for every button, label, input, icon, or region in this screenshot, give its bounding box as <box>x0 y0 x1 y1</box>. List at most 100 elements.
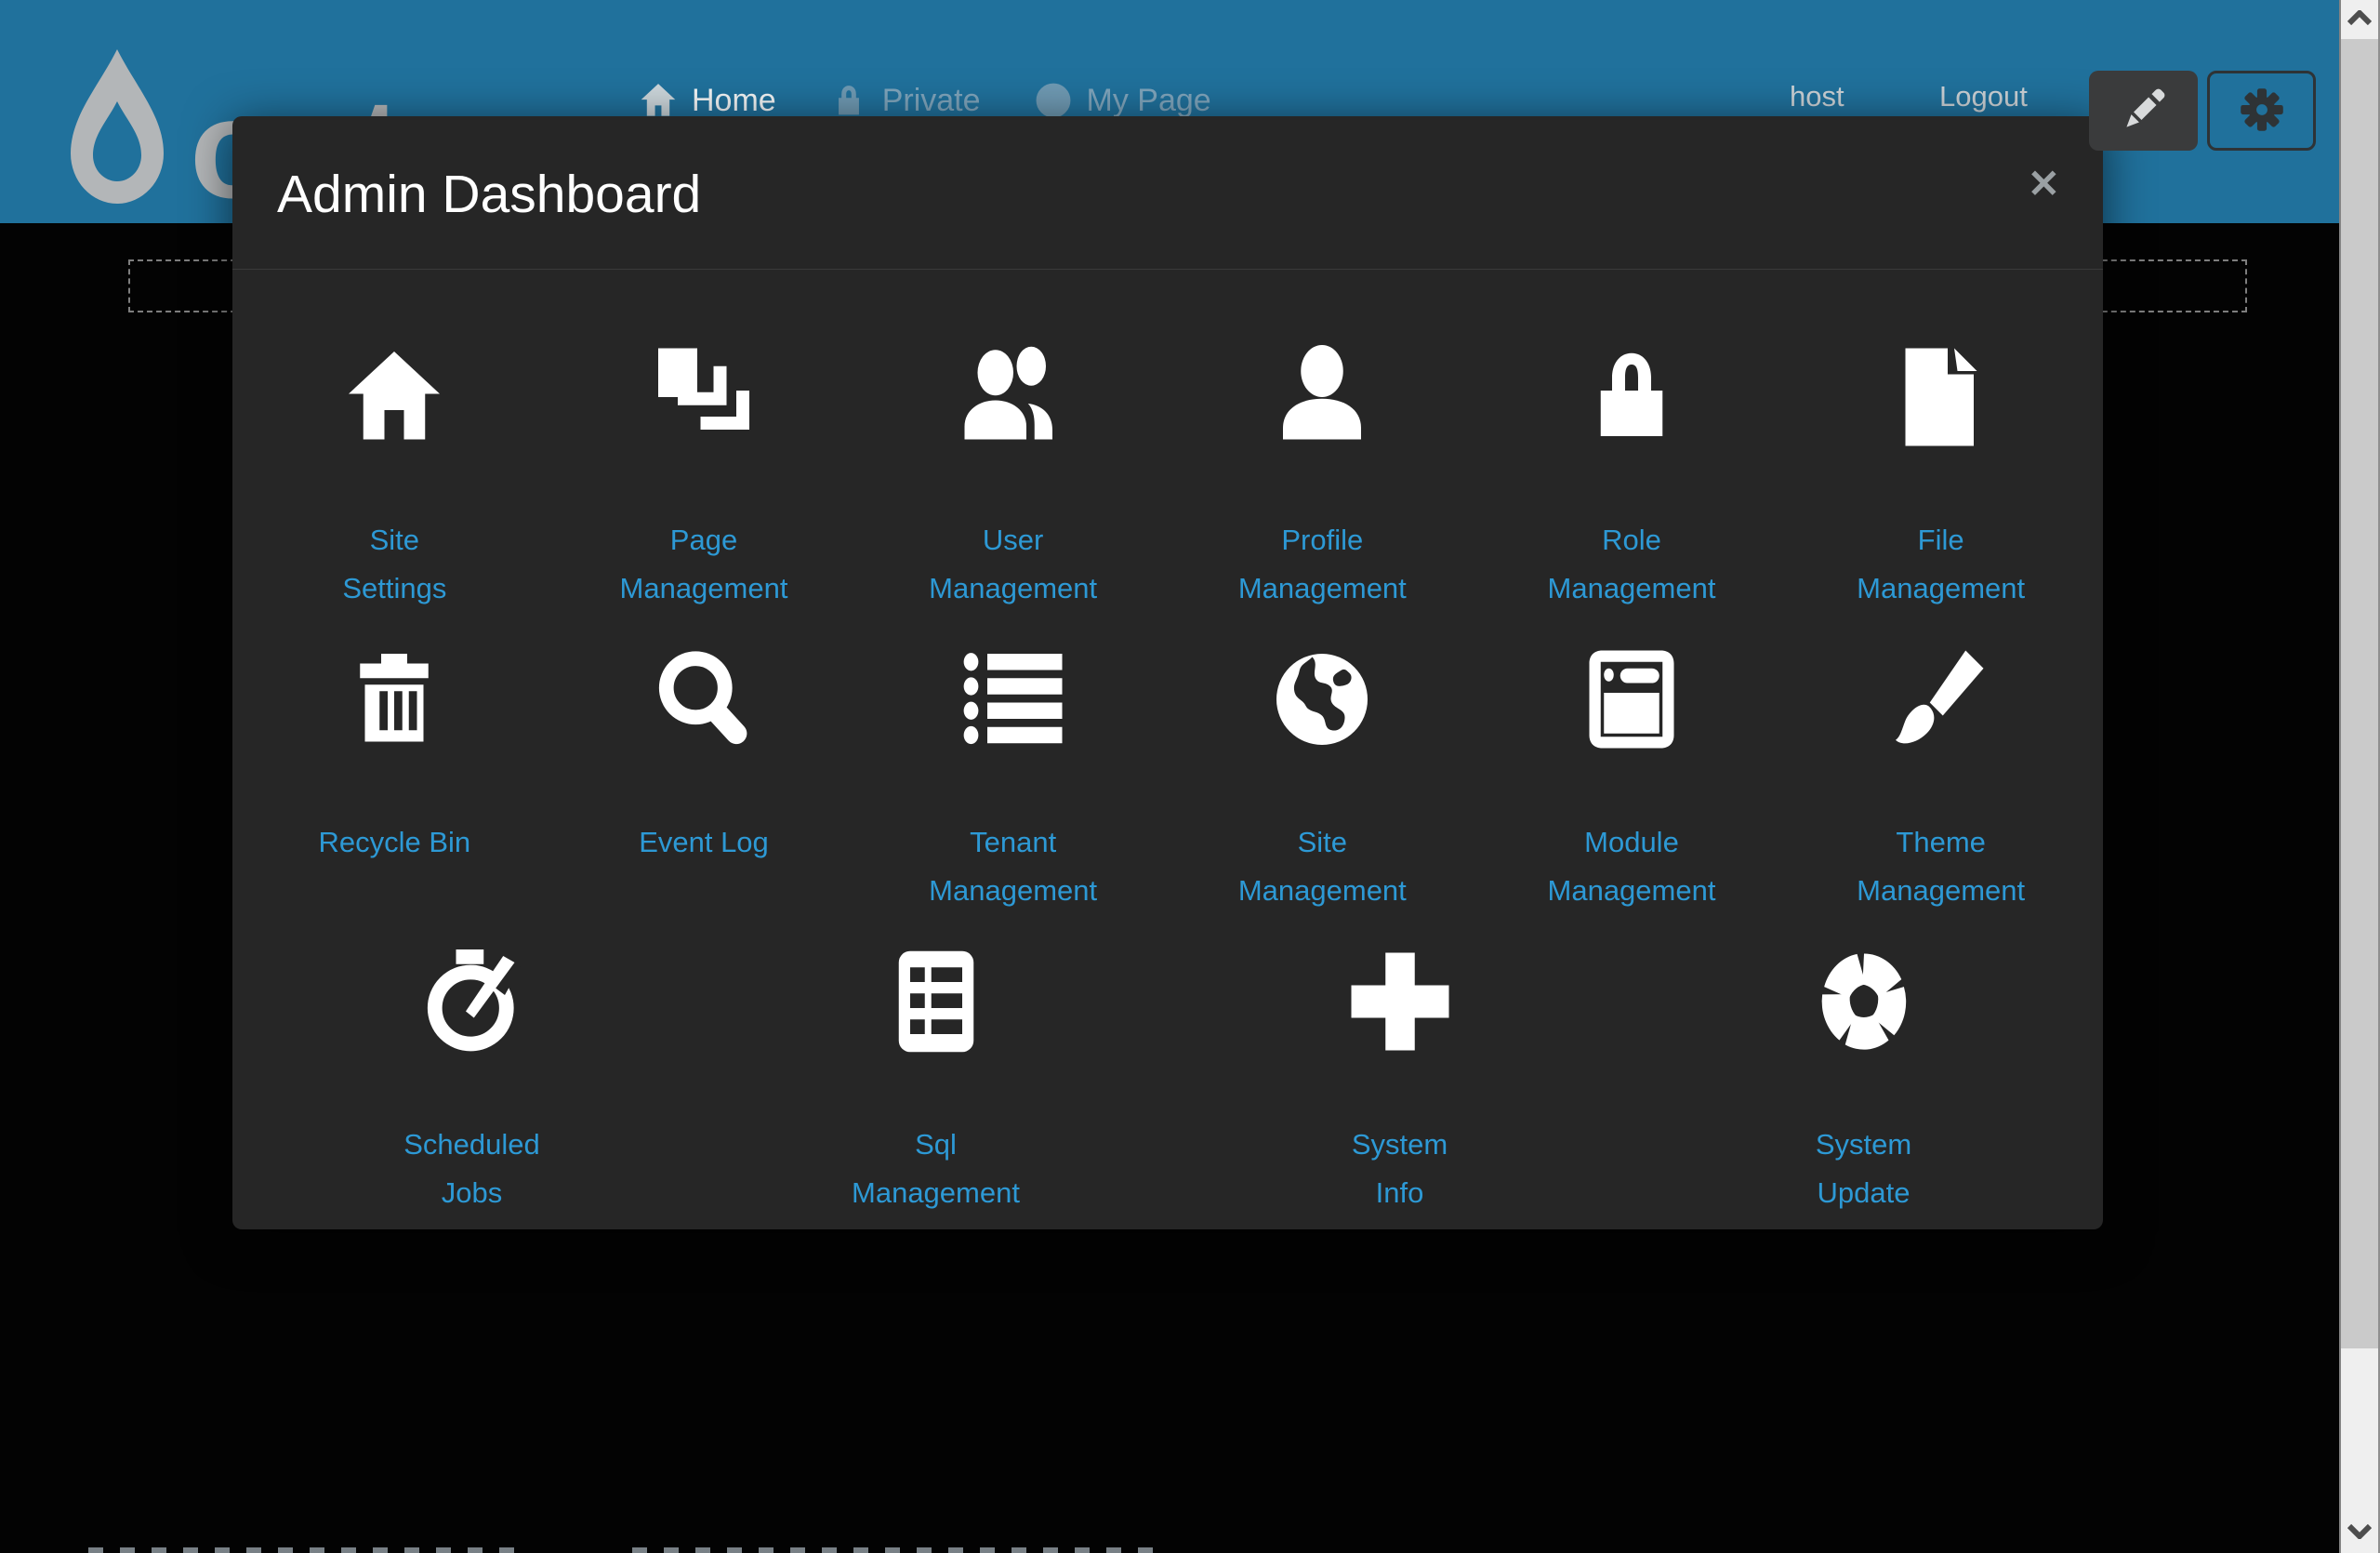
logout-link[interactable]: Logout <box>1939 80 2028 113</box>
tile-sql-management[interactable]: SqlManagement <box>704 915 1168 1217</box>
tile-label-line: Site <box>1238 818 1407 867</box>
tile-label-line: Recycle Bin <box>318 818 470 867</box>
tile-role-management[interactable]: RoleManagement <box>1477 311 1787 613</box>
tile-label-line: Module <box>1548 818 1716 867</box>
tile-label-line: System <box>1352 1121 1448 1169</box>
oqtane-admin-page: oqtane Home Private <box>0 0 2380 1553</box>
tile-label-line: Jobs <box>403 1169 540 1217</box>
paintbrush-icon <box>1889 613 1993 785</box>
clipped-bottom-text-fragment <box>88 1547 521 1553</box>
tile-label-line: User <box>929 516 1097 564</box>
tile-label-line: Management <box>852 1169 1020 1217</box>
chevron-up-icon <box>2347 10 2372 30</box>
globe-icon <box>1270 613 1374 785</box>
tile-label: Event Log <box>639 818 769 867</box>
lock-icon <box>1580 311 1684 483</box>
nav-item-label: Private <box>882 83 981 119</box>
home-icon <box>342 311 446 483</box>
tile-event-log[interactable]: Event Log <box>549 613 859 915</box>
tile-label: SystemInfo <box>1352 1121 1448 1217</box>
admin-tile-grid: SiteSettingsPageManagementUserManagement… <box>232 270 2103 1236</box>
tile-system-update[interactable]: SystemUpdate <box>1632 915 2096 1217</box>
tile-label-line: Management <box>929 867 1097 915</box>
tile-label-line: Settings <box>342 564 446 613</box>
tile-label-line: System <box>1816 1121 1911 1169</box>
tile-label: FileManagement <box>1857 516 2025 613</box>
list-icon <box>961 613 1065 785</box>
tile-row: SiteSettingsPageManagementUserManagement… <box>240 311 2096 613</box>
tile-label-line: Scheduled <box>403 1121 540 1169</box>
tile-label-line: Role <box>1548 516 1716 564</box>
people-icon <box>961 311 1065 483</box>
tile-label: ModuleManagement <box>1548 818 1716 915</box>
tile-label-line: Profile <box>1238 516 1407 564</box>
timer-icon <box>420 915 524 1087</box>
tile-tenant-management[interactable]: TenantManagement <box>858 613 1168 915</box>
tile-label: RoleManagement <box>1548 516 1716 613</box>
tile-label-line: Management <box>1238 564 1407 613</box>
nav-item-my-page[interactable]: My Page <box>1035 82 1211 119</box>
scrollbar-thumb[interactable] <box>2341 39 2378 1348</box>
trash-icon <box>342 613 446 785</box>
tile-label: TenantManagement <box>929 818 1097 915</box>
tile-label-line: Tenant <box>929 818 1097 867</box>
tile-label: SystemUpdate <box>1816 1121 1911 1217</box>
aperture-icon <box>1812 915 1916 1087</box>
vertical-scrollbar[interactable] <box>2339 0 2380 1553</box>
tile-label-line: Management <box>929 564 1097 613</box>
tile-label-line: Management <box>1857 564 2025 613</box>
tile-file-management[interactable]: FileManagement <box>1786 311 2096 613</box>
target-icon <box>1035 82 1072 119</box>
nav-item-label: Home <box>692 83 776 119</box>
settings-button[interactable] <box>2207 71 2316 151</box>
tile-label-line: Management <box>620 564 788 613</box>
logo-droplet-icon <box>58 45 177 219</box>
person-icon <box>1270 311 1374 483</box>
tile-label: Recycle Bin <box>318 818 470 867</box>
tile-recycle-bin[interactable]: Recycle Bin <box>240 613 549 915</box>
tile-label-line: Update <box>1816 1169 1911 1217</box>
tile-site-settings[interactable]: SiteSettings <box>240 311 549 613</box>
tile-label: ThemeManagement <box>1857 818 2025 915</box>
clipped-bottom-text-fragment <box>632 1547 1167 1553</box>
tile-user-management[interactable]: UserManagement <box>858 311 1168 613</box>
tile-page-management[interactable]: PageManagement <box>549 311 859 613</box>
tile-label-line: Event Log <box>639 818 769 867</box>
scroll-up-button[interactable] <box>2341 0 2378 39</box>
tile-label: PageManagement <box>620 516 788 613</box>
tile-site-management[interactable]: SiteManagement <box>1168 613 1477 915</box>
nav-item-private[interactable]: Private <box>830 82 981 119</box>
tile-theme-management[interactable]: ThemeManagement <box>1786 613 2096 915</box>
nav-item-home[interactable]: Home <box>640 82 776 119</box>
logged-in-user: host <box>1790 80 1844 113</box>
tile-row: ScheduledJobsSqlManagementSystemInfoSyst… <box>240 915 2096 1217</box>
tile-module-management[interactable]: ModuleManagement <box>1477 613 1787 915</box>
magnifying-glass-icon <box>652 613 756 785</box>
modal-title: Admin Dashboard <box>277 163 2058 226</box>
close-icon[interactable]: ✕ <box>2028 165 2060 204</box>
tile-system-info[interactable]: SystemInfo <box>1168 915 1632 1217</box>
nav-item-label: My Page <box>1087 83 1211 119</box>
spreadsheet-icon <box>884 915 988 1087</box>
tile-label: SiteManagement <box>1238 818 1407 915</box>
tile-row: Recycle BinEvent LogTenantManagementSite… <box>240 613 2096 915</box>
stacked-pages-icon <box>652 311 756 483</box>
edit-mode-button[interactable] <box>2089 71 2198 151</box>
tile-label: ProfileManagement <box>1238 516 1407 613</box>
plus-icon <box>1348 915 1452 1087</box>
tile-label-line: Info <box>1352 1169 1448 1217</box>
tile-label-line: Management <box>1857 867 2025 915</box>
tile-label: SqlManagement <box>852 1121 1020 1217</box>
tile-label-line: Management <box>1238 867 1407 915</box>
pencil-icon <box>2119 85 2169 138</box>
tile-label-line: Site <box>342 516 446 564</box>
tile-label-line: Theme <box>1857 818 2025 867</box>
tile-label-line: Sql <box>852 1121 1020 1169</box>
tile-label-line: Page <box>620 516 788 564</box>
tile-scheduled-jobs[interactable]: ScheduledJobs <box>240 915 704 1217</box>
tile-label-line: File <box>1857 516 2025 564</box>
lock-icon <box>830 82 867 119</box>
scroll-down-button[interactable] <box>2341 1514 2378 1553</box>
tile-label: ScheduledJobs <box>403 1121 540 1217</box>
tile-profile-management[interactable]: ProfileManagement <box>1168 311 1477 613</box>
